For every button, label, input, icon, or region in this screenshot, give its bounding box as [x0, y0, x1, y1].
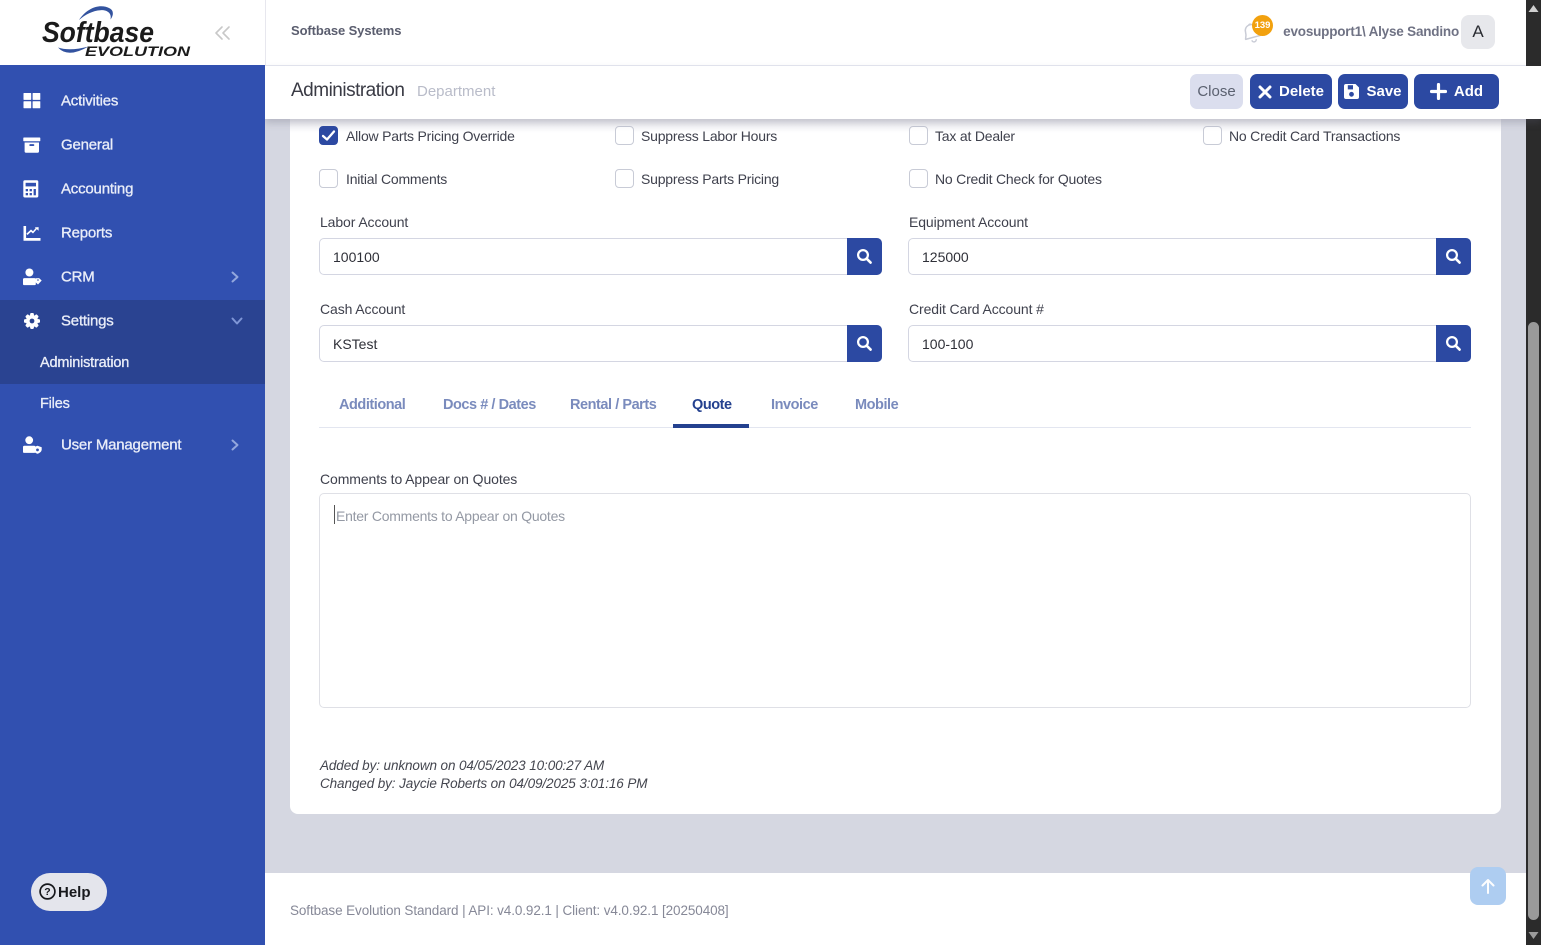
svg-text:EVOLUTION: EVOLUTION: [85, 43, 191, 59]
svg-text:?: ?: [44, 886, 50, 898]
